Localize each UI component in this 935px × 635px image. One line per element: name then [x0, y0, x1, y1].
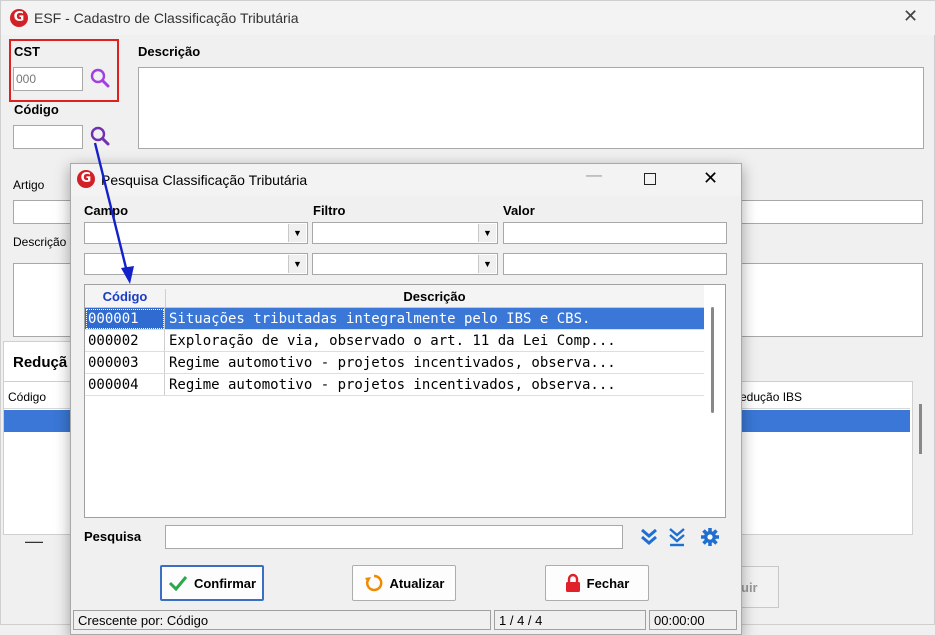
annotation-arrow: [93, 142, 134, 284]
